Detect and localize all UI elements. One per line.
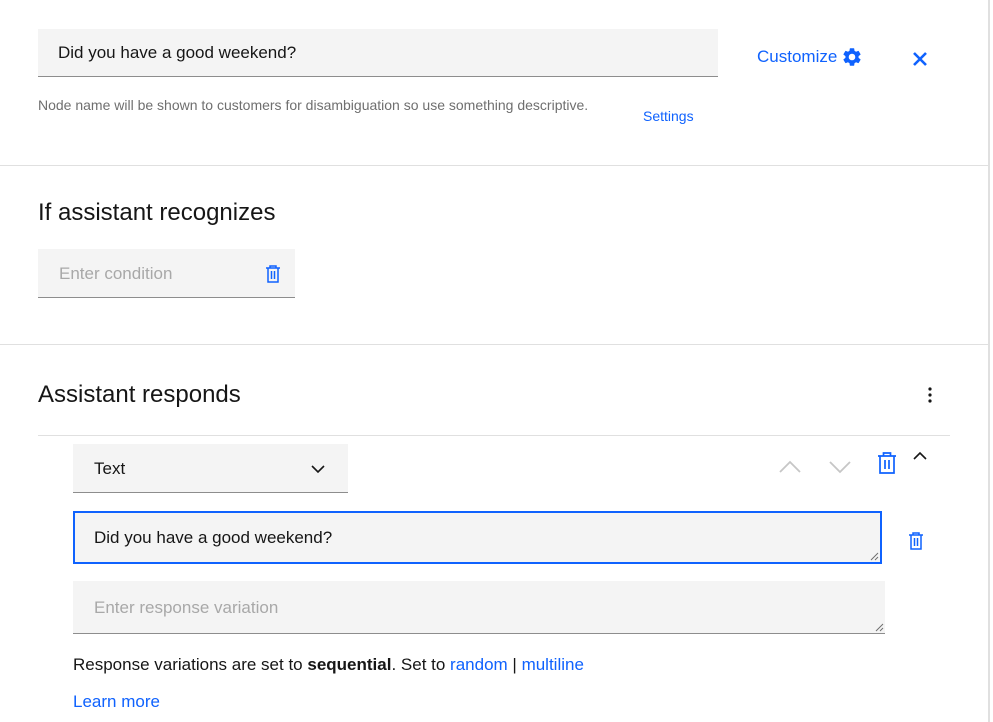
trash-icon[interactable] (877, 451, 897, 475)
variation-prefix: Response variations are set to (73, 655, 308, 674)
variation-mid: . Set to (391, 655, 451, 674)
condition-placeholder: Enter condition (59, 264, 173, 283)
response-text-value: Did you have a good weekend? (94, 528, 333, 547)
move-up-icon[interactable] (778, 455, 802, 479)
random-link[interactable]: random (450, 655, 508, 674)
customize-label: Customize (757, 47, 838, 66)
variation-separator: | (507, 655, 522, 674)
response-section-title: Assistant responds (38, 381, 241, 408)
settings-link[interactable]: Settings (643, 108, 694, 124)
trash-icon[interactable] (264, 264, 282, 284)
multiline-link[interactable]: multiline (522, 655, 584, 674)
condition-section-title: If assistant recognizes (38, 199, 276, 226)
chevron-up-icon[interactable] (911, 448, 929, 466)
node-name-helper-text: Node name will be shown to customers for… (38, 97, 589, 113)
trash-icon[interactable] (907, 531, 925, 551)
response-variation-placeholder: Enter response variation (94, 598, 279, 617)
response-divider (38, 435, 950, 436)
response-type-value: Text (94, 459, 126, 478)
response-type-select[interactable]: Text (73, 444, 348, 493)
close-icon[interactable] (908, 47, 932, 71)
section-divider (0, 165, 988, 166)
overflow-menu-icon[interactable] (920, 384, 940, 408)
response-variation-input[interactable]: Enter response variation (73, 581, 885, 634)
resize-handle-icon[interactable] (874, 622, 884, 632)
chevron-down-icon (311, 465, 325, 474)
response-text-input[interactable]: Did you have a good weekend? (73, 511, 882, 564)
customize-button[interactable]: Customize (757, 46, 863, 68)
section-divider (0, 344, 988, 345)
panel-edge (988, 0, 990, 722)
move-down-icon[interactable] (828, 455, 852, 479)
node-name-input[interactable]: Did you have a good weekend? (38, 29, 718, 77)
variation-mode-text: Response variations are set to sequentia… (73, 655, 584, 675)
gear-icon (843, 48, 861, 66)
condition-input[interactable]: Enter condition (38, 249, 295, 298)
learn-more-link[interactable]: Learn more (73, 692, 160, 712)
variation-mode: sequential (307, 655, 392, 674)
resize-handle-icon[interactable] (869, 551, 879, 561)
